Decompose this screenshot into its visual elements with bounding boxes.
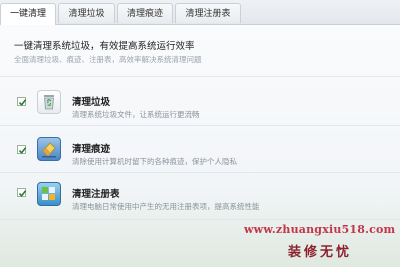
clean-traces-title: 清理痕迹: [72, 144, 111, 155]
clean-traces-desc: 清除使用计算机时留下的各种痕迹，保护个人隐私: [72, 157, 237, 166]
clean-junk-desc: 清理系统垃圾文件，让系统运行更流畅: [72, 110, 200, 119]
divider: [0, 172, 400, 173]
clean-registry-desc: 清理电脑日常使用中产生的无用注册表项，提高系统性能: [72, 202, 260, 211]
watermark-brand: 装修无忧: [288, 245, 353, 260]
clean-traces-checkbox[interactable]: [17, 145, 27, 155]
eraser-icon: [37, 137, 61, 161]
divider: [0, 76, 400, 77]
clean-registry-checkbox[interactable]: [17, 188, 27, 198]
list-item-clean-junk: 清理垃圾 清理系统垃圾文件，让系统运行更流畅: [0, 78, 400, 130]
page-title: 一键清理系统垃圾，有效提高系统运行效率: [14, 41, 195, 52]
tab-clean-registry[interactable]: 清理注册表: [175, 3, 241, 23]
tab-clean-traces[interactable]: 清理痕迹: [117, 3, 173, 23]
divider: [0, 125, 400, 126]
divider: [0, 219, 400, 220]
page-subtitle: 全面清理垃圾、痕迹、注册表，高效率解决系统清理问题: [14, 55, 202, 64]
tab-clean-junk[interactable]: 清理垃圾: [58, 3, 115, 23]
registry-icon: [37, 182, 61, 206]
clean-junk-title: 清理垃圾: [72, 97, 111, 108]
watermark-url: www.zhuangxiu518.com: [244, 223, 396, 236]
tab-bar: 一键清理 清理垃圾 清理痕迹 清理注册表: [0, 0, 400, 25]
clean-junk-checkbox[interactable]: [17, 97, 27, 107]
tab-one-click-clean[interactable]: 一键清理: [0, 3, 56, 25]
recycle-bin-icon: [37, 90, 61, 114]
clean-registry-title: 清理注册表: [72, 189, 120, 200]
